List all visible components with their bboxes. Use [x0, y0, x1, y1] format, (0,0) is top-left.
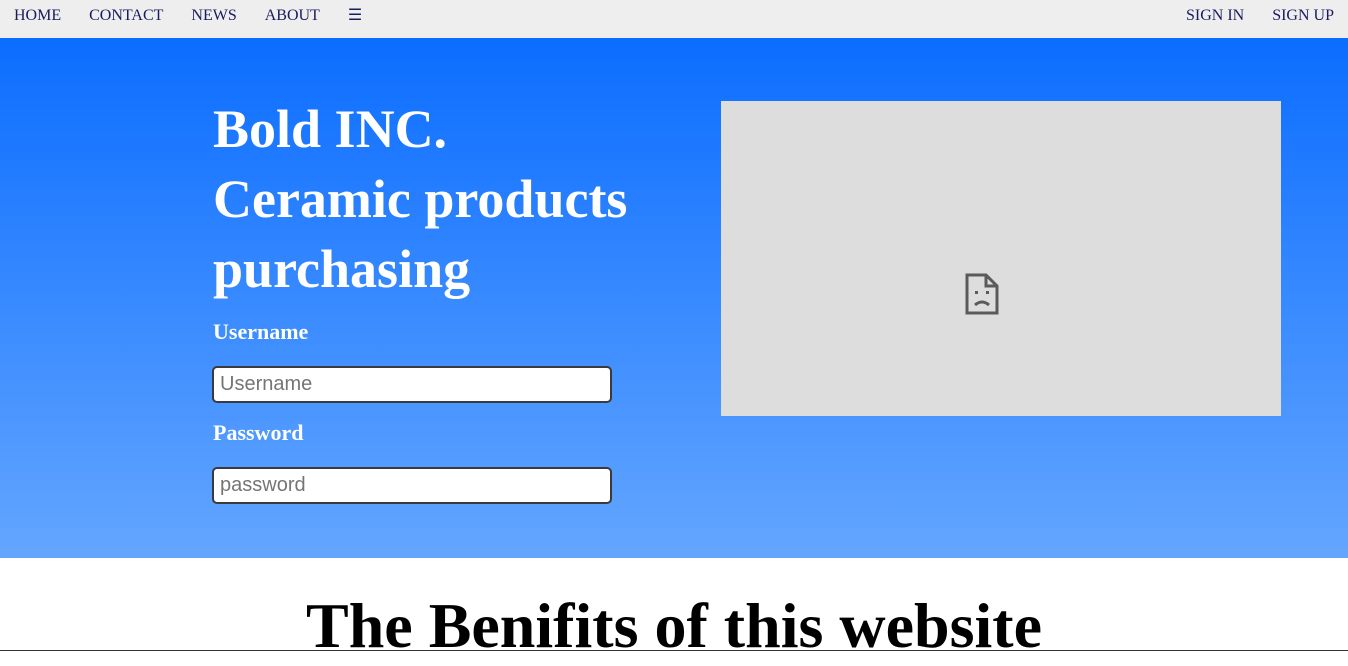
hero-title-line: purchasing	[213, 239, 471, 299]
password-input[interactable]	[212, 467, 612, 504]
broken-image-icon	[965, 273, 999, 315]
username-label: Username	[213, 319, 309, 344]
section-divider	[0, 650, 1348, 651]
nav-left-group: HOME CONTACT NEWS ABOUT ☰	[0, 0, 376, 38]
nav-right-group: SIGN IN SIGN UP	[1172, 0, 1348, 38]
sign-in-link[interactable]: SIGN IN	[1172, 0, 1258, 38]
benefits-heading: The Benifits of this website	[306, 590, 1042, 661]
top-nav: HOME CONTACT NEWS ABOUT ☰ SIGN IN SIGN U…	[0, 0, 1348, 38]
hero-image-placeholder	[721, 101, 1281, 416]
nav-news-link[interactable]: NEWS	[177, 0, 250, 38]
hamburger-menu-icon[interactable]: ☰	[334, 0, 376, 38]
hero-title-line: Ceramic products	[213, 169, 628, 229]
username-input[interactable]	[212, 366, 612, 403]
hero-title: Bold INC. Ceramic products purchasing	[213, 94, 693, 304]
sign-up-link[interactable]: SIGN UP	[1258, 0, 1348, 38]
nav-home-link[interactable]: HOME	[0, 0, 75, 38]
nav-contact-link[interactable]: CONTACT	[75, 0, 177, 38]
hero-title-line: Bold INC.	[213, 99, 448, 159]
password-label: Password	[213, 420, 304, 445]
nav-about-link[interactable]: ABOUT	[251, 0, 334, 38]
